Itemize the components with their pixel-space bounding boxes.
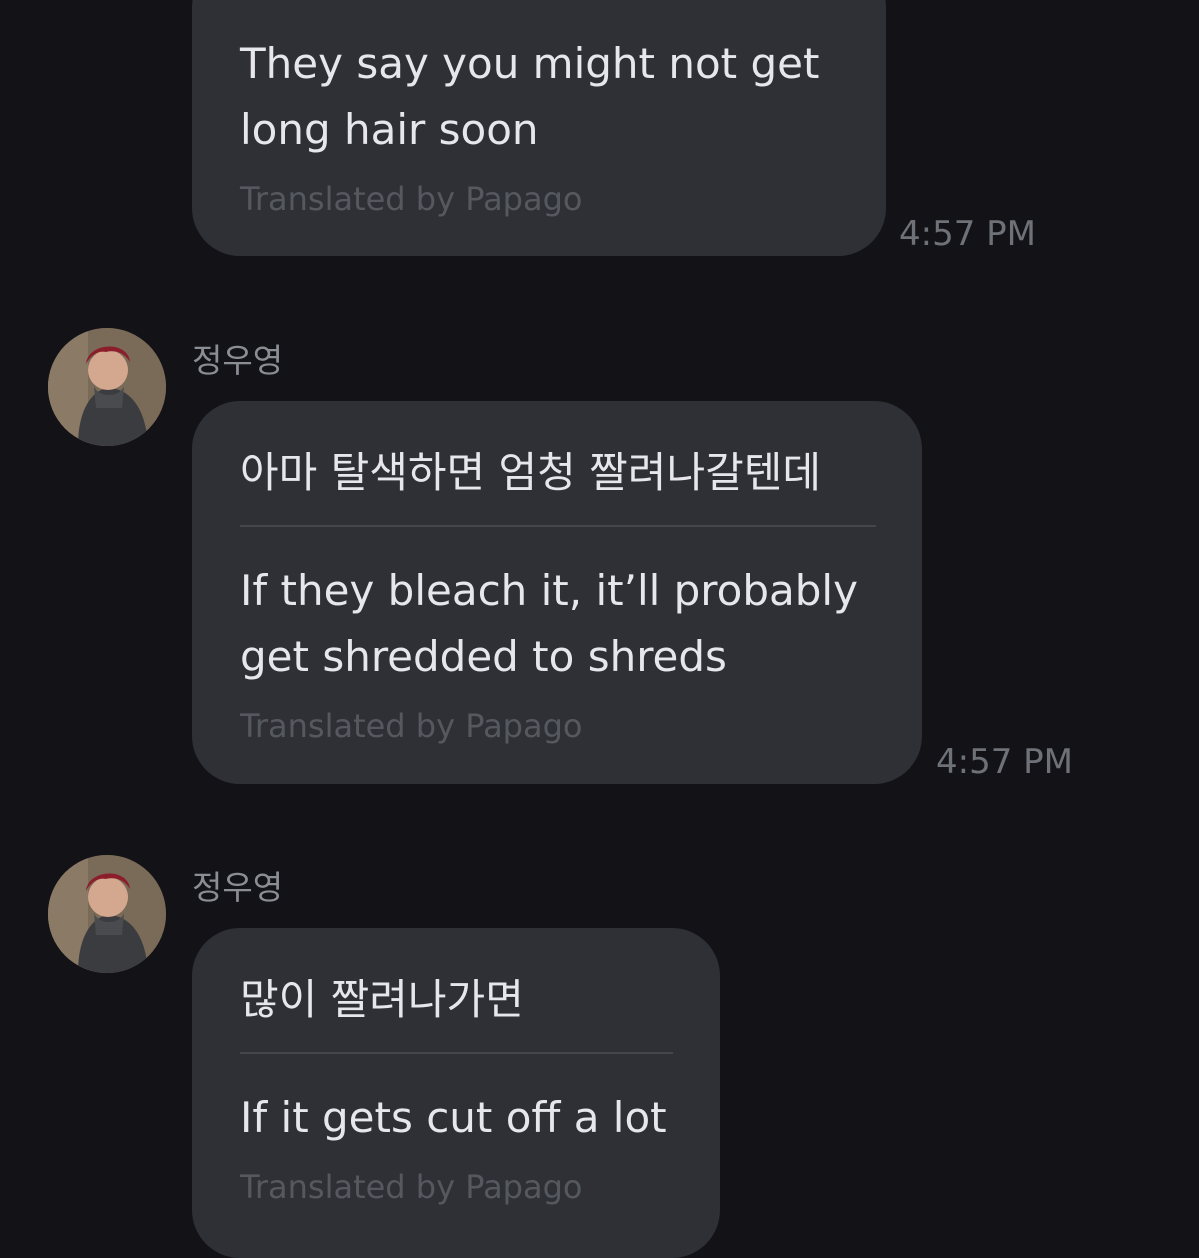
sender-name: 정우영 <box>192 341 284 380</box>
message-bubble-3[interactable]: 많이 짤려나가면 If it gets cut off a lot Transl… <box>192 928 720 1258</box>
message-translation-line-1: If it gets cut off a lot <box>240 1093 667 1142</box>
message-timestamp: 4:57 PM <box>899 214 1036 254</box>
message-translation-line-1: If they bleach it, it’ll probably <box>240 566 858 615</box>
translation-divider <box>240 1052 673 1054</box>
sender-avatar[interactable] <box>48 855 166 973</box>
translated-by-label: Translated by Papago <box>240 1168 583 1206</box>
message-translation-line-1: They say you might not get <box>240 39 820 88</box>
translated-by-label: Translated by Papago <box>240 180 583 218</box>
avatar-photo <box>48 328 166 446</box>
message-original: 아마 탈색하면 엄청 짤려나갈텐데 <box>240 448 822 497</box>
message-original: 많이 짤려나가면 <box>240 975 524 1024</box>
translated-by-label: Translated by Papago <box>240 707 583 745</box>
sender-avatar[interactable] <box>48 328 166 446</box>
message-translation-line-2: get shredded to shreds <box>240 632 727 681</box>
translation-divider <box>240 525 876 527</box>
message-bubble-1[interactable]: They say you might not get long hair soo… <box>192 0 886 256</box>
message-bubble-2[interactable]: 아마 탈색하면 엄청 짤려나갈텐데 If they bleach it, it’… <box>192 401 922 784</box>
message-translation-line-2: long hair soon <box>240 105 539 154</box>
message-timestamp: 4:57 PM <box>936 742 1073 782</box>
sender-name: 정우영 <box>192 868 284 907</box>
avatar-photo <box>48 855 166 973</box>
